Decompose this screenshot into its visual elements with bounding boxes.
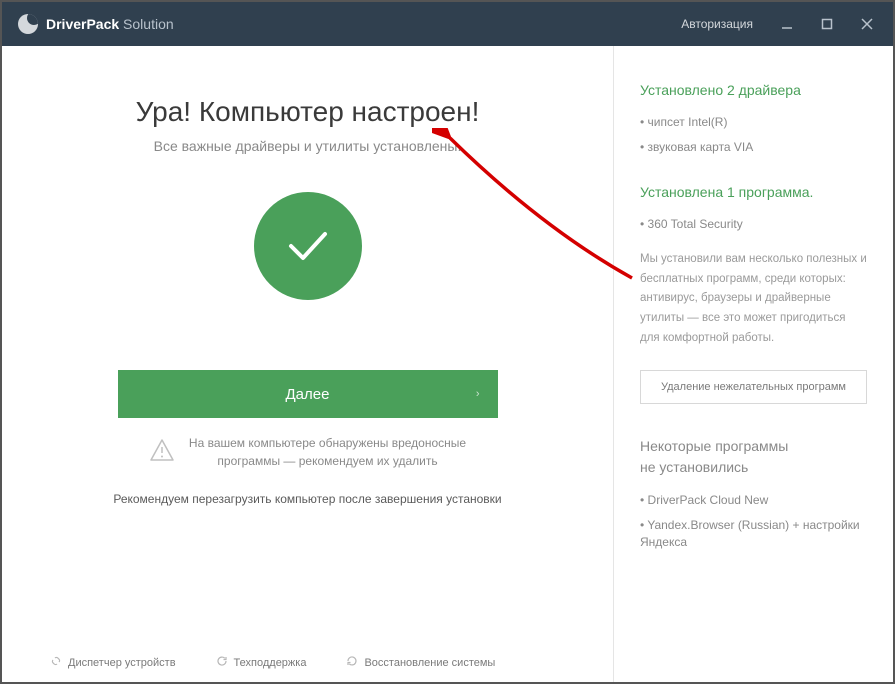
titlebar: DriverPack Solution Авторизация: [2, 2, 893, 46]
warning-triangle-icon: [149, 438, 175, 467]
app-window: DriverPack Solution Авторизация Ура! Ком…: [0, 0, 895, 684]
next-button[interactable]: Далее ›: [118, 370, 498, 418]
page-subtitle: Все важные драйверы и утилиты установлен…: [50, 138, 565, 154]
failed-item: Yandex.Browser (Russian) + настройки Янд…: [640, 517, 867, 551]
driver-item: чипсет Intel(R): [640, 114, 867, 131]
system-restore-link[interactable]: Восстановление системы: [346, 655, 495, 670]
chevron-right-icon: ›: [476, 388, 480, 400]
remove-unwanted-button[interactable]: Удаление нежелательных программ: [640, 370, 867, 404]
close-button[interactable]: [847, 2, 887, 46]
installed-programs-block: Установлена 1 программа. 360 Total Secur…: [640, 184, 867, 233]
driver-item: звуковая карта VIA: [640, 139, 867, 156]
program-item: 360 Total Security: [640, 216, 867, 233]
auth-link[interactable]: Авторизация: [667, 17, 767, 31]
support-link[interactable]: Техподдержка: [216, 655, 307, 670]
link-icon: [50, 655, 62, 670]
logo-icon: [18, 14, 38, 34]
refresh-icon: [216, 655, 228, 670]
page-title: Ура! Компьютер настроен!: [50, 96, 565, 128]
failed-item: DriverPack Cloud New: [640, 492, 867, 509]
failed-programs-block: Некоторые программы не установились Driv…: [640, 436, 867, 550]
sidebar: Установлено 2 драйвера чипсет Intel(R) з…: [613, 46, 893, 682]
warning-text: На вашем компьютере обнаружены вредоносн…: [189, 434, 466, 470]
success-checkmark-icon: [254, 192, 362, 300]
app-title: DriverPack Solution: [46, 16, 174, 32]
programs-heading: Установлена 1 программа.: [640, 184, 867, 200]
programs-description: Мы установили вам несколько полезных и б…: [640, 250, 867, 348]
minimize-button[interactable]: [767, 2, 807, 46]
malware-warning: На вашем компьютере обнаружены вредоносн…: [50, 434, 565, 470]
restore-icon: [346, 655, 358, 670]
installed-drivers-block: Установлено 2 драйвера чипсет Intel(R) з…: [640, 82, 867, 156]
next-button-label: Далее: [286, 386, 330, 403]
drivers-heading: Установлено 2 драйвера: [640, 82, 867, 98]
failed-heading: Некоторые программы не установились: [640, 436, 867, 478]
maximize-button[interactable]: [807, 2, 847, 46]
reboot-recommendation: Рекомендуем перезагрузить компьютер посл…: [50, 492, 565, 506]
main-panel: Ура! Компьютер настроен! Все важные драй…: [2, 46, 613, 682]
app-logo: DriverPack Solution: [18, 14, 174, 34]
footer-links: Диспетчер устройств Техподдержка Восстан…: [50, 635, 565, 670]
device-manager-link[interactable]: Диспетчер устройств: [50, 655, 176, 670]
